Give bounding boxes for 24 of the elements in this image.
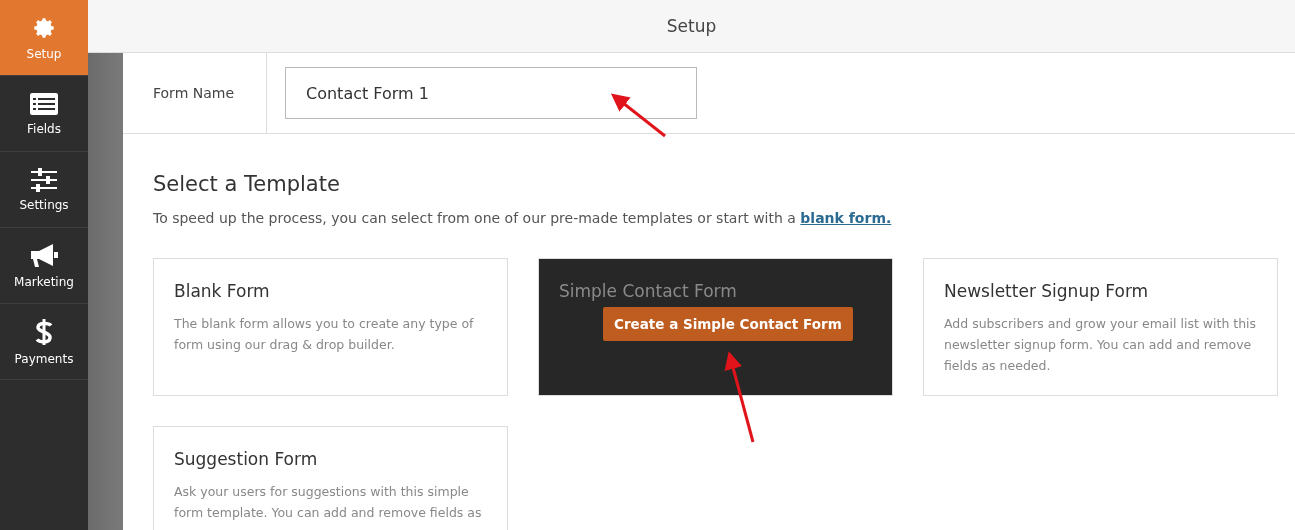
template-card[interactable]: Blank Form The blank form allows you to create any type of form using our drag & drop builder. <box>153 258 508 396</box>
template-card[interactable]: Simple Contact Form Create a Simple Contact Form <box>538 258 893 396</box>
section-heading: Select a Template <box>153 172 341 196</box>
intro-text: To speed up the process, you can select from one of our pre-made templates or start with a blank form. <box>153 210 893 226</box>
card-title: Simple Contact Form <box>559 281 738 301</box>
megaphone-icon <box>29 242 59 269</box>
create-form-button[interactable]: Create a Simple Contact Form <box>603 307 853 341</box>
card-title: Suggestion Form <box>174 449 319 469</box>
template-card[interactable]: Newsletter Signup Form Add subscribers and grow your email list with this newsletter signup form. You can add and remove fields as needed. <box>923 258 1278 396</box>
annotation-arrow <box>610 93 666 138</box>
card-description: Add subscribers and grow your email list with this newsletter signup form. You can add and remove fields as needed. <box>944 315 1257 375</box>
card-title: Blank Form <box>174 281 271 301</box>
sliders-icon <box>31 167 57 192</box>
header-title: Setup <box>88 0 1295 53</box>
card-title: Newsletter Signup Form <box>944 281 1150 301</box>
card-description: Ask your users for suggestions with this simple form template. You can add and remove fields as <box>174 483 483 522</box>
blank-form-link[interactable]: blank form. <box>800 210 892 226</box>
list-icon <box>29 91 59 116</box>
template-card[interactable]: Suggestion Form Ask your users for suggestions with this simple form template. You can add and remove fields as <box>153 426 508 530</box>
dollar-icon <box>35 317 53 346</box>
sidebar-item[interactable]: Fields <box>0 76 88 152</box>
card-description: The blank form allows you to create any type of form using our drag & drop builder. <box>174 315 475 354</box>
form-name-field[interactable]: Contact Form 1 <box>285 67 697 119</box>
form-name-label: Form Name <box>123 53 267 133</box>
